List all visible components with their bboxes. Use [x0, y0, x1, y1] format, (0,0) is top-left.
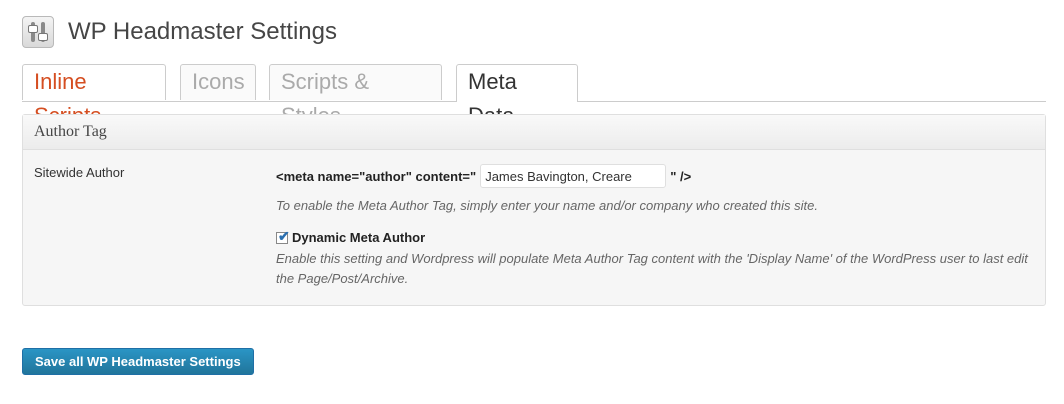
sliders-icon [22, 16, 54, 48]
tab-inline-scripts[interactable]: Inline Scripts [22, 64, 166, 128]
sitewide-author-label: Sitewide Author [34, 165, 125, 180]
page-title: WP Headmaster Settings [68, 18, 338, 45]
author-input[interactable] [480, 164, 667, 188]
meta-suffix: " /> [670, 168, 692, 184]
dynamic-author-row: ✔ Dynamic Meta Author [276, 227, 1035, 245]
panel-heading: Author Tag [23, 115, 1045, 150]
tab-meta-data[interactable]: Meta Data [456, 64, 578, 128]
meta-author-line: <meta name="author" content=" " /> [276, 164, 1035, 188]
dynamic-author-checkbox[interactable]: ✔ [276, 227, 290, 244]
author-description: To enable the Meta Author Tag, simply en… [276, 198, 818, 213]
dynamic-author-label: Dynamic Meta Author [292, 230, 426, 245]
tab-bar: Inline Scripts Icons Scripts & Styles Me… [22, 64, 1046, 128]
author-tag-panel: Author Tag Sitewide Author <meta name="a… [22, 114, 1046, 306]
meta-prefix: <meta name="author" content=" [276, 168, 477, 184]
tab-icons[interactable]: Icons [180, 64, 256, 100]
checkmark-icon: ✔ [278, 227, 290, 244]
author-field-group: <meta name="author" content=" " /> To en… [276, 164, 1035, 289]
page-header: WP Headmaster Settings [22, 14, 337, 50]
dynamic-author-description: Enable this setting and Wordpress will p… [276, 251, 1028, 286]
tab-scripts-styles[interactable]: Scripts & Styles [269, 64, 442, 128]
save-settings-button[interactable]: Save all WP Headmaster Settings [22, 348, 254, 375]
